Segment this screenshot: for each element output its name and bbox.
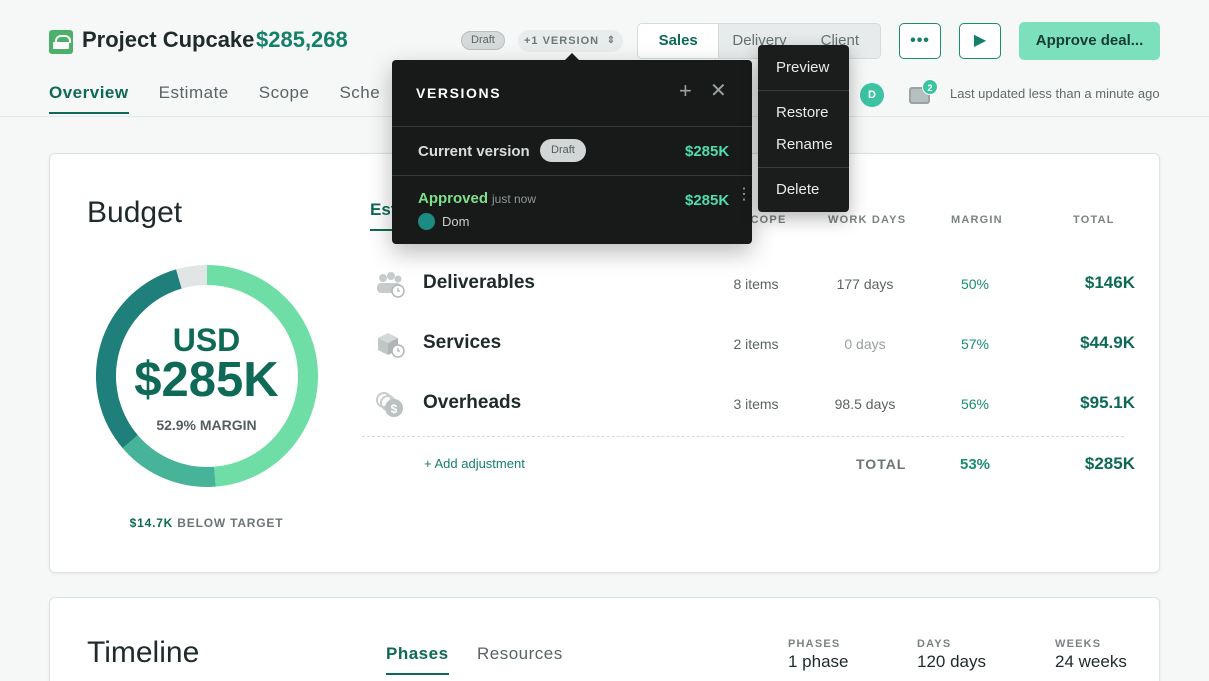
approver-name: Dom xyxy=(442,214,470,229)
total-amount: $285K xyxy=(1084,454,1135,473)
popover-arrow xyxy=(565,53,579,60)
close-icon[interactable]: ✕ xyxy=(710,80,727,102)
segment-sales[interactable]: Sales xyxy=(638,24,720,58)
menu-item-preview[interactable]: Preview xyxy=(776,59,829,76)
row-days: 98.5 days xyxy=(834,396,896,412)
stat-weeks-value: 24 weeks xyxy=(1055,652,1127,671)
column-total: TOTAL xyxy=(1073,214,1115,226)
play-icon: ▶ xyxy=(973,32,987,49)
row-margin: 50% xyxy=(960,276,990,292)
menu-divider xyxy=(758,167,849,168)
approve-deal-button[interactable]: Approve deal... xyxy=(1019,22,1160,60)
row-name: Services xyxy=(423,332,502,353)
budget-row-overheads[interactable]: $ Overheads 3 items 98.5 days 56% $95.1K xyxy=(375,384,1135,424)
version-label: +1 VERSION xyxy=(524,35,600,47)
chevron-updown-icon: ⇕ xyxy=(606,35,617,46)
menu-divider xyxy=(758,90,849,91)
tab-resources[interactable]: Resources xyxy=(477,644,563,673)
project-amount: $285,268 xyxy=(256,27,348,52)
approver-avatar xyxy=(418,213,435,230)
row-total: $146K xyxy=(1084,273,1135,292)
budget-title: Budget xyxy=(87,196,183,229)
below-target-label: BELOW TARGET xyxy=(177,516,284,530)
more-options-button[interactable]: ••• xyxy=(899,23,941,59)
current-version-amount: $285K xyxy=(685,143,730,160)
add-version-icon[interactable]: + xyxy=(679,80,692,102)
column-margin: MARGIN xyxy=(951,214,1003,226)
current-version-badge: Draft xyxy=(540,139,586,162)
table-divider xyxy=(362,436,1124,437)
row-days: 0 days xyxy=(844,336,886,352)
menu-item-rename[interactable]: Rename xyxy=(776,136,833,153)
menu-item-restore[interactable]: Restore xyxy=(776,104,829,121)
svg-text:$: $ xyxy=(391,402,398,416)
timeline-card: Timeline Phases Resources PHASES 1 phase… xyxy=(49,597,1160,681)
row-name: Deliverables xyxy=(423,272,535,293)
tab-schedule[interactable]: Sche xyxy=(339,83,380,114)
timeline-title: Timeline xyxy=(87,636,200,669)
version-selector[interactable]: +1 VERSION ⇕ xyxy=(518,30,624,52)
popover-divider xyxy=(392,126,752,127)
below-target-amount: $14.7K xyxy=(129,516,174,530)
total-label: TOTAL xyxy=(856,456,907,472)
budget-row-services[interactable]: Services 2 items 0 days 57% $44.9K xyxy=(375,324,1135,364)
project-logo-icon xyxy=(49,30,73,54)
menu-item-delete[interactable]: Delete xyxy=(776,181,819,198)
row-days: 177 days xyxy=(836,276,894,292)
box-clock-icon xyxy=(378,333,405,358)
present-button[interactable]: ▶ xyxy=(959,23,1001,59)
row-scope: 2 items xyxy=(733,336,779,352)
donut-segment-services xyxy=(122,434,216,487)
stat-phases-value: 1 phase xyxy=(788,652,849,671)
donut-amount: $285K xyxy=(134,353,279,407)
stat-days-value: 120 days xyxy=(917,652,986,671)
draft-badge: Draft xyxy=(461,31,505,50)
coins-dollar-icon: $ xyxy=(376,392,403,417)
approved-version-label: Approved xyxy=(418,190,489,207)
row-margin: 56% xyxy=(960,396,990,412)
project-title: Project Cupcake xyxy=(82,27,255,52)
column-work-days: WORK DAYS xyxy=(828,214,907,226)
popover-divider xyxy=(392,175,752,176)
below-target-text: $14.7K BELOW TARGET xyxy=(50,516,363,530)
stat-days-label: DAYS xyxy=(917,638,952,650)
inbox-count-badge: 2 xyxy=(922,79,938,95)
row-total: $95.1K xyxy=(1080,393,1135,412)
user-avatar[interactable]: D xyxy=(860,83,884,107)
donut-segment-remaining xyxy=(176,265,208,289)
more-dots-icon: ••• xyxy=(910,32,930,49)
versions-popover: VERSIONS + ✕ Current version Draft $285K… xyxy=(392,53,752,244)
tab-phases[interactable]: Phases xyxy=(386,644,449,675)
stat-phases-label: PHASES xyxy=(788,638,841,650)
approved-version-amount: $285K xyxy=(685,192,730,209)
main-tabs: Overview Estimate Scope Sche xyxy=(49,83,410,114)
version-context-menu: Preview Restore Rename Delete xyxy=(758,45,849,212)
row-margin: 57% xyxy=(960,336,990,352)
row-scope: 3 items xyxy=(733,396,779,412)
people-clock-icon xyxy=(377,272,405,298)
stat-weeks-label: WEEKS xyxy=(1055,638,1102,650)
tab-overview[interactable]: Overview xyxy=(49,83,129,114)
row-scope: 8 items xyxy=(733,276,779,292)
row-total: $44.9K xyxy=(1080,333,1135,352)
budget-row-deliverables[interactable]: Deliverables 8 items 177 days 50% $146K xyxy=(375,264,1135,304)
current-version-label: Current version xyxy=(418,143,530,160)
tab-estimate[interactable]: Estimate xyxy=(159,83,229,114)
add-adjustment-link[interactable]: + Add adjustment xyxy=(424,456,525,471)
total-margin: 53% xyxy=(959,456,991,473)
row-name: Overheads xyxy=(423,392,522,413)
kebab-menu-icon[interactable]: ⋮ xyxy=(736,187,752,203)
versions-title: VERSIONS xyxy=(416,85,502,101)
last-updated-text: Last updated less than a minute ago xyxy=(950,86,1160,101)
donut-margin: 52.9% MARGIN xyxy=(156,417,257,433)
tab-scope[interactable]: Scope xyxy=(259,83,310,114)
approved-version-time: just now xyxy=(492,192,537,206)
